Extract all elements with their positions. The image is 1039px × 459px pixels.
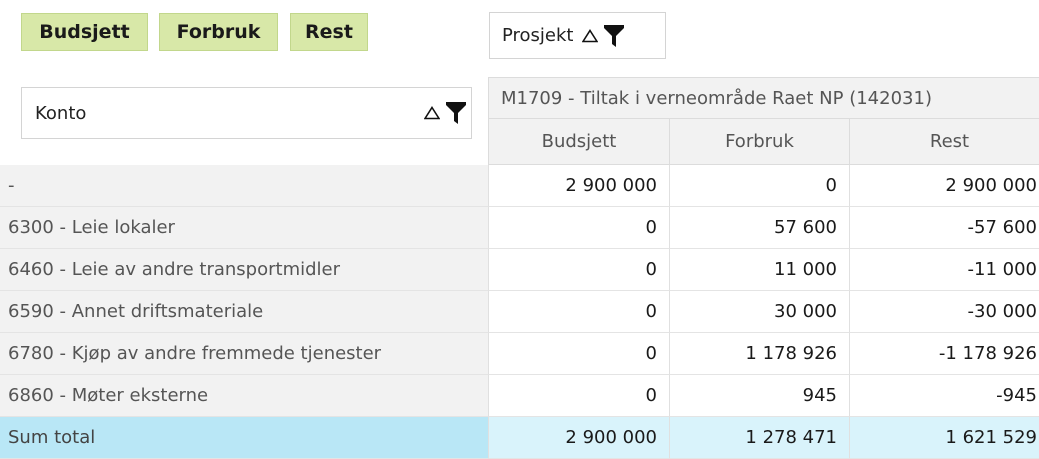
total-row: Sum total 2 900 000 1 278 471 1 621 529 bbox=[0, 417, 1039, 459]
cell-forbruk: 0 bbox=[669, 165, 849, 207]
total-label: Sum total bbox=[0, 417, 488, 459]
total-rest: 1 621 529 bbox=[849, 417, 1039, 459]
total-forbruk: 1 278 471 bbox=[669, 417, 849, 459]
table-row: 6590 - Annet driftsmateriale 0 30 000 -3… bbox=[0, 291, 1039, 333]
filter-funnel-icon[interactable] bbox=[603, 24, 625, 48]
sort-triangle-icon[interactable] bbox=[581, 28, 598, 43]
cell-rest: -57 600 bbox=[849, 207, 1039, 249]
row-label: 6300 - Leie lokaler bbox=[0, 207, 488, 249]
cell-rest: -945 bbox=[849, 375, 1039, 417]
cell-budsjett: 0 bbox=[488, 291, 669, 333]
row-label: 6860 - Møter eksterne bbox=[0, 375, 488, 417]
table-row: 6300 - Leie lokaler 0 57 600 -57 600 bbox=[0, 207, 1039, 249]
project-field[interactable]: Prosjekt bbox=[489, 12, 666, 59]
cell-budsjett: 2 900 000 bbox=[488, 165, 669, 207]
table-row: 6860 - Møter eksterne 0 945 -945 bbox=[0, 375, 1039, 417]
sort-triangle-icon[interactable] bbox=[424, 106, 440, 120]
column-header-budsjett: Budsjett bbox=[488, 119, 669, 165]
cell-budsjett: 0 bbox=[488, 249, 669, 291]
filter-funnel-icon[interactable] bbox=[445, 101, 467, 125]
cell-rest: 2 900 000 bbox=[849, 165, 1039, 207]
row-label: 6460 - Leie av andre transportmidler bbox=[0, 249, 488, 291]
measure-chip-forbruk[interactable]: Forbruk bbox=[159, 13, 278, 51]
project-field-label: Prosjekt bbox=[502, 25, 574, 46]
cell-budsjett: 0 bbox=[488, 375, 669, 417]
cell-forbruk: 945 bbox=[669, 375, 849, 417]
row-label: - bbox=[0, 165, 488, 207]
table-row: 6780 - Kjøp av andre fremmede tjenester … bbox=[0, 333, 1039, 375]
cell-budsjett: 0 bbox=[488, 207, 669, 249]
cell-forbruk: 57 600 bbox=[669, 207, 849, 249]
column-header-rest: Rest bbox=[849, 119, 1039, 165]
cell-forbruk: 1 178 926 bbox=[669, 333, 849, 375]
cell-forbruk: 30 000 bbox=[669, 291, 849, 333]
measure-chip-budsjett[interactable]: Budsjett bbox=[21, 13, 148, 51]
cell-rest: -30 000 bbox=[849, 291, 1039, 333]
table-row: 6460 - Leie av andre transportmidler 0 1… bbox=[0, 249, 1039, 291]
cell-budsjett: 0 bbox=[488, 333, 669, 375]
table-row: - 2 900 000 0 2 900 000 bbox=[0, 165, 1039, 207]
cell-rest: -1 178 926 bbox=[849, 333, 1039, 375]
measure-chip-rest[interactable]: Rest bbox=[290, 13, 368, 51]
row-label: 6590 - Annet driftsmateriale bbox=[0, 291, 488, 333]
account-field-label: Konto bbox=[35, 102, 87, 124]
column-header-forbruk: Forbruk bbox=[669, 119, 849, 165]
row-label: 6780 - Kjøp av andre fremmede tjenester bbox=[0, 333, 488, 375]
account-field[interactable]: Konto bbox=[21, 87, 472, 139]
cell-rest: -11 000 bbox=[849, 249, 1039, 291]
cell-forbruk: 11 000 bbox=[669, 249, 849, 291]
project-column-header: M1709 - Tiltak i verneområde Raet NP (14… bbox=[488, 77, 1039, 119]
total-budsjett: 2 900 000 bbox=[488, 417, 669, 459]
